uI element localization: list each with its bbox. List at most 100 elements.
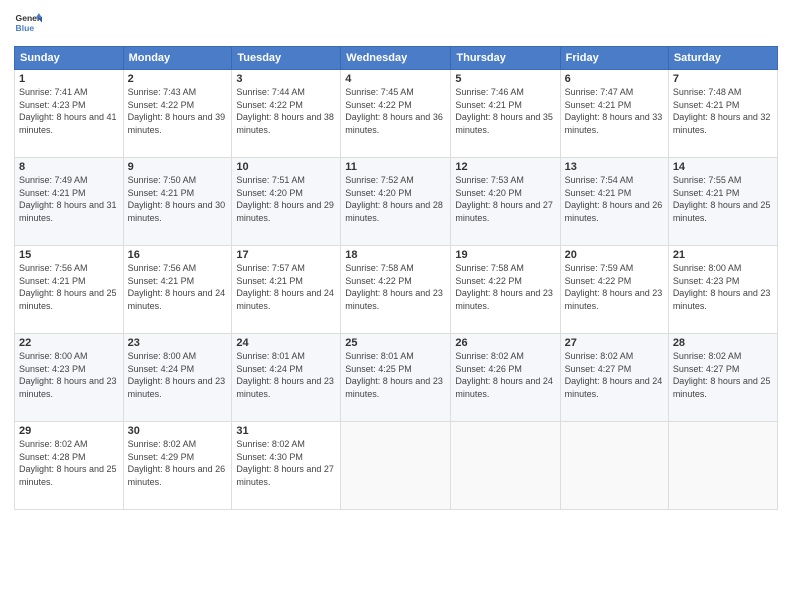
calendar-cell bbox=[668, 422, 777, 510]
calendar-cell bbox=[451, 422, 560, 510]
day-number: 16 bbox=[128, 249, 228, 261]
calendar-cell: 11Sunrise: 7:52 AMSunset: 4:20 PMDayligh… bbox=[341, 158, 451, 246]
calendar-cell: 9Sunrise: 7:50 AMSunset: 4:21 PMDaylight… bbox=[123, 158, 232, 246]
calendar-body: 1Sunrise: 7:41 AMSunset: 4:23 PMDaylight… bbox=[15, 70, 778, 510]
calendar-cell: 30Sunrise: 8:02 AMSunset: 4:29 PMDayligh… bbox=[123, 422, 232, 510]
week-row-4: 22Sunrise: 8:00 AMSunset: 4:23 PMDayligh… bbox=[15, 334, 778, 422]
calendar-cell: 19Sunrise: 7:58 AMSunset: 4:22 PMDayligh… bbox=[451, 246, 560, 334]
day-number: 28 bbox=[673, 337, 773, 349]
calendar-cell: 14Sunrise: 7:55 AMSunset: 4:21 PMDayligh… bbox=[668, 158, 777, 246]
weekday-monday: Monday bbox=[123, 47, 232, 70]
day-number: 10 bbox=[236, 161, 336, 173]
day-detail: Sunrise: 7:59 AMSunset: 4:22 PMDaylight:… bbox=[565, 262, 664, 312]
day-number: 30 bbox=[128, 425, 228, 437]
day-detail: Sunrise: 7:43 AMSunset: 4:22 PMDaylight:… bbox=[128, 86, 228, 136]
day-number: 31 bbox=[236, 425, 336, 437]
day-number: 1 bbox=[19, 73, 119, 85]
day-number: 22 bbox=[19, 337, 119, 349]
calendar-cell: 2Sunrise: 7:43 AMSunset: 4:22 PMDaylight… bbox=[123, 70, 232, 158]
weekday-thursday: Thursday bbox=[451, 47, 560, 70]
calendar-cell: 27Sunrise: 8:02 AMSunset: 4:27 PMDayligh… bbox=[560, 334, 668, 422]
week-row-5: 29Sunrise: 8:02 AMSunset: 4:28 PMDayligh… bbox=[15, 422, 778, 510]
day-number: 26 bbox=[455, 337, 555, 349]
calendar-cell: 31Sunrise: 8:02 AMSunset: 4:30 PMDayligh… bbox=[232, 422, 341, 510]
day-number: 8 bbox=[19, 161, 119, 173]
day-number: 25 bbox=[345, 337, 446, 349]
calendar-cell: 25Sunrise: 8:01 AMSunset: 4:25 PMDayligh… bbox=[341, 334, 451, 422]
day-number: 13 bbox=[565, 161, 664, 173]
day-detail: Sunrise: 8:01 AMSunset: 4:25 PMDaylight:… bbox=[345, 350, 446, 400]
calendar-cell: 10Sunrise: 7:51 AMSunset: 4:20 PMDayligh… bbox=[232, 158, 341, 246]
day-number: 5 bbox=[455, 73, 555, 85]
weekday-tuesday: Tuesday bbox=[232, 47, 341, 70]
calendar-cell: 21Sunrise: 8:00 AMSunset: 4:23 PMDayligh… bbox=[668, 246, 777, 334]
day-detail: Sunrise: 8:02 AMSunset: 4:28 PMDaylight:… bbox=[19, 438, 119, 488]
day-detail: Sunrise: 7:44 AMSunset: 4:22 PMDaylight:… bbox=[236, 86, 336, 136]
calendar-cell: 29Sunrise: 8:02 AMSunset: 4:28 PMDayligh… bbox=[15, 422, 124, 510]
calendar-cell: 28Sunrise: 8:02 AMSunset: 4:27 PMDayligh… bbox=[668, 334, 777, 422]
day-number: 11 bbox=[345, 161, 446, 173]
calendar-cell: 8Sunrise: 7:49 AMSunset: 4:21 PMDaylight… bbox=[15, 158, 124, 246]
calendar-cell: 6Sunrise: 7:47 AMSunset: 4:21 PMDaylight… bbox=[560, 70, 668, 158]
day-detail: Sunrise: 8:02 AMSunset: 4:29 PMDaylight:… bbox=[128, 438, 228, 488]
week-row-1: 1Sunrise: 7:41 AMSunset: 4:23 PMDaylight… bbox=[15, 70, 778, 158]
day-number: 23 bbox=[128, 337, 228, 349]
calendar-cell: 5Sunrise: 7:46 AMSunset: 4:21 PMDaylight… bbox=[451, 70, 560, 158]
calendar-cell: 24Sunrise: 8:01 AMSunset: 4:24 PMDayligh… bbox=[232, 334, 341, 422]
day-detail: Sunrise: 8:02 AMSunset: 4:30 PMDaylight:… bbox=[236, 438, 336, 488]
day-detail: Sunrise: 7:56 AMSunset: 4:21 PMDaylight:… bbox=[19, 262, 119, 312]
day-detail: Sunrise: 7:48 AMSunset: 4:21 PMDaylight:… bbox=[673, 86, 773, 136]
day-number: 29 bbox=[19, 425, 119, 437]
week-row-3: 15Sunrise: 7:56 AMSunset: 4:21 PMDayligh… bbox=[15, 246, 778, 334]
calendar-cell: 20Sunrise: 7:59 AMSunset: 4:22 PMDayligh… bbox=[560, 246, 668, 334]
day-number: 27 bbox=[565, 337, 664, 349]
day-detail: Sunrise: 7:45 AMSunset: 4:22 PMDaylight:… bbox=[345, 86, 446, 136]
day-number: 12 bbox=[455, 161, 555, 173]
day-number: 21 bbox=[673, 249, 773, 261]
day-number: 3 bbox=[236, 73, 336, 85]
day-detail: Sunrise: 8:02 AMSunset: 4:26 PMDaylight:… bbox=[455, 350, 555, 400]
calendar-cell: 26Sunrise: 8:02 AMSunset: 4:26 PMDayligh… bbox=[451, 334, 560, 422]
day-detail: Sunrise: 7:52 AMSunset: 4:20 PMDaylight:… bbox=[345, 174, 446, 224]
day-detail: Sunrise: 7:46 AMSunset: 4:21 PMDaylight:… bbox=[455, 86, 555, 136]
day-detail: Sunrise: 7:55 AMSunset: 4:21 PMDaylight:… bbox=[673, 174, 773, 224]
calendar-cell: 15Sunrise: 7:56 AMSunset: 4:21 PMDayligh… bbox=[15, 246, 124, 334]
week-row-2: 8Sunrise: 7:49 AMSunset: 4:21 PMDaylight… bbox=[15, 158, 778, 246]
calendar-cell: 17Sunrise: 7:57 AMSunset: 4:21 PMDayligh… bbox=[232, 246, 341, 334]
calendar-cell: 13Sunrise: 7:54 AMSunset: 4:21 PMDayligh… bbox=[560, 158, 668, 246]
weekday-wednesday: Wednesday bbox=[341, 47, 451, 70]
day-number: 2 bbox=[128, 73, 228, 85]
calendar-cell: 4Sunrise: 7:45 AMSunset: 4:22 PMDaylight… bbox=[341, 70, 451, 158]
day-detail: Sunrise: 7:49 AMSunset: 4:21 PMDaylight:… bbox=[19, 174, 119, 224]
weekday-friday: Friday bbox=[560, 47, 668, 70]
calendar-cell bbox=[560, 422, 668, 510]
day-number: 18 bbox=[345, 249, 446, 261]
calendar-table: SundayMondayTuesdayWednesdayThursdayFrid… bbox=[14, 46, 778, 510]
calendar-cell: 22Sunrise: 8:00 AMSunset: 4:23 PMDayligh… bbox=[15, 334, 124, 422]
day-detail: Sunrise: 8:02 AMSunset: 4:27 PMDaylight:… bbox=[565, 350, 664, 400]
weekday-header-row: SundayMondayTuesdayWednesdayThursdayFrid… bbox=[15, 47, 778, 70]
weekday-sunday: Sunday bbox=[15, 47, 124, 70]
day-detail: Sunrise: 8:00 AMSunset: 4:24 PMDaylight:… bbox=[128, 350, 228, 400]
calendar-cell: 23Sunrise: 8:00 AMSunset: 4:24 PMDayligh… bbox=[123, 334, 232, 422]
day-detail: Sunrise: 7:47 AMSunset: 4:21 PMDaylight:… bbox=[565, 86, 664, 136]
weekday-saturday: Saturday bbox=[668, 47, 777, 70]
day-detail: Sunrise: 7:54 AMSunset: 4:21 PMDaylight:… bbox=[565, 174, 664, 224]
calendar-cell: 1Sunrise: 7:41 AMSunset: 4:23 PMDaylight… bbox=[15, 70, 124, 158]
calendar-cell: 12Sunrise: 7:53 AMSunset: 4:20 PMDayligh… bbox=[451, 158, 560, 246]
day-detail: Sunrise: 7:57 AMSunset: 4:21 PMDaylight:… bbox=[236, 262, 336, 312]
day-detail: Sunrise: 7:53 AMSunset: 4:20 PMDaylight:… bbox=[455, 174, 555, 224]
day-number: 7 bbox=[673, 73, 773, 85]
day-detail: Sunrise: 7:51 AMSunset: 4:20 PMDaylight:… bbox=[236, 174, 336, 224]
day-number: 6 bbox=[565, 73, 664, 85]
logo-icon: General Blue bbox=[14, 10, 42, 38]
day-detail: Sunrise: 8:02 AMSunset: 4:27 PMDaylight:… bbox=[673, 350, 773, 400]
calendar-cell: 16Sunrise: 7:56 AMSunset: 4:21 PMDayligh… bbox=[123, 246, 232, 334]
svg-text:Blue: Blue bbox=[16, 23, 35, 33]
logo: General Blue bbox=[14, 10, 42, 38]
day-number: 19 bbox=[455, 249, 555, 261]
header: General Blue bbox=[14, 10, 778, 38]
day-number: 17 bbox=[236, 249, 336, 261]
day-number: 14 bbox=[673, 161, 773, 173]
day-detail: Sunrise: 7:41 AMSunset: 4:23 PMDaylight:… bbox=[19, 86, 119, 136]
